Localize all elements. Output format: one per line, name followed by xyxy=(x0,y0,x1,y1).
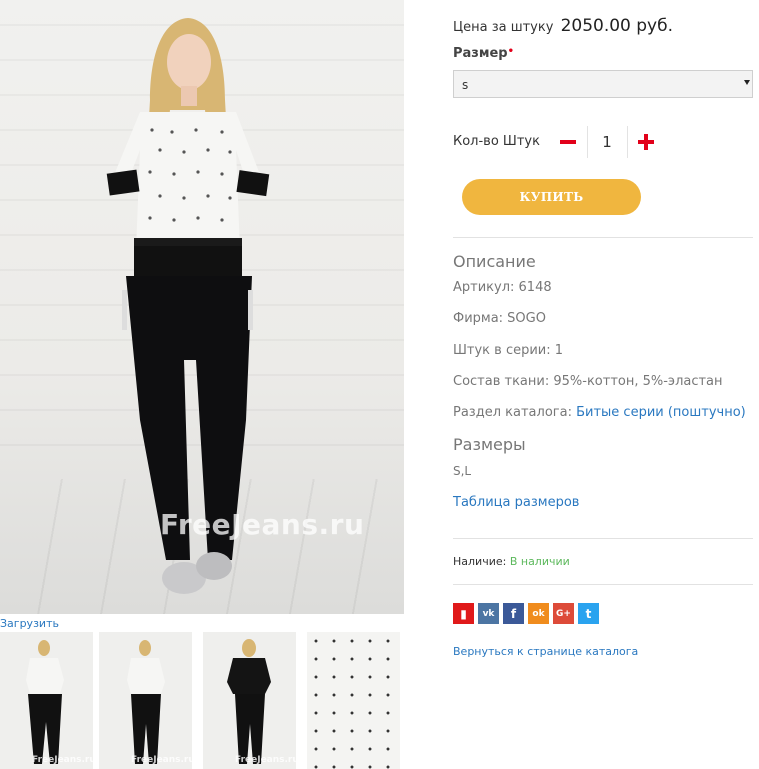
google-plus-icon[interactable]: G+ xyxy=(553,603,574,624)
size-select-value: s xyxy=(462,78,469,92)
size-table-link-text[interactable]: Таблица размеров xyxy=(453,495,579,510)
quantity-increase-button[interactable] xyxy=(634,129,658,155)
price-value: 2050.00 руб. xyxy=(560,16,674,36)
facebook-icon[interactable]: f xyxy=(503,603,524,624)
quantity-label: Кол-во Штук xyxy=(453,134,540,149)
thumbnail-watermark: FreeJeans.ru xyxy=(32,755,93,765)
catalog-line: Раздел каталога: Битые серии (поштучно) xyxy=(453,405,746,420)
quantity-divider xyxy=(627,126,628,158)
watermark-text: FreeJeans.ru xyxy=(160,508,365,541)
dropdown-arrow-icon xyxy=(744,80,750,85)
divider xyxy=(453,538,753,539)
catalog-prefix: Раздел каталога: xyxy=(453,405,572,420)
thumbnail-4-fabric[interactable] xyxy=(307,632,400,769)
quantity-value[interactable]: 1 xyxy=(588,133,626,151)
thumbnail-watermark: FreeJeans.ru xyxy=(131,755,192,765)
thumbnail-2[interactable]: FreeJeans.ru xyxy=(99,632,192,769)
size-label: Размер• xyxy=(453,46,514,61)
thumbnail-3[interactable]: FreeJeans.ru xyxy=(203,632,296,769)
vk-icon[interactable]: vk xyxy=(478,603,499,624)
required-mark: • xyxy=(507,46,515,57)
divider xyxy=(453,237,753,238)
main-product-photo[interactable]: FreeJeans.ru xyxy=(0,0,404,614)
sizes-values: S,L xyxy=(453,464,472,478)
availability-label: Наличие: xyxy=(453,555,507,568)
upload-link[interactable]: Загрузить xyxy=(0,617,59,630)
bookmark-icon[interactable]: ▮ xyxy=(453,603,474,624)
description-title: Описание xyxy=(453,252,536,271)
price-row: Цена за штуку 2050.00 руб. xyxy=(453,16,673,36)
thumbnail-1[interactable]: FreeJeans.ru xyxy=(0,632,93,769)
share-buttons: ▮ vk f ok G+ t xyxy=(453,603,599,624)
availability-row: Наличие: В наличии xyxy=(453,555,570,568)
divider xyxy=(453,584,753,585)
sizes-title: Размеры xyxy=(453,435,526,454)
size-select[interactable]: s xyxy=(453,70,753,98)
size-table-link[interactable]: Таблица размеров xyxy=(453,495,579,510)
size-label-text: Размер xyxy=(453,46,508,61)
back-to-catalog-link[interactable]: Вернуться к странице каталога xyxy=(453,645,638,658)
buy-button[interactable]: КУПИТЬ xyxy=(462,179,641,215)
catalog-link[interactable]: Битые серии (поштучно) xyxy=(576,405,746,420)
brand-line: Фирма: SOGO xyxy=(453,311,546,326)
thumbnail-3-image xyxy=(203,632,296,769)
fabric-line: Состав ткани: 95%-коттон, 5%-эластан xyxy=(453,374,723,389)
series-count-line: Штук в серии: 1 xyxy=(453,343,564,358)
price-label: Цена за штуку xyxy=(453,20,554,35)
quantity-decrease-button[interactable] xyxy=(556,127,580,157)
thumbnail-watermark: FreeJeans.ru xyxy=(235,755,296,765)
odnoklassniki-icon[interactable]: ok xyxy=(528,603,549,624)
availability-value: В наличии xyxy=(509,555,570,568)
thumbnail-1-image xyxy=(0,632,93,769)
thumbnail-2-image xyxy=(99,632,192,769)
minus-icon xyxy=(560,140,576,144)
twitter-icon[interactable]: t xyxy=(578,603,599,624)
plus-icon-vertical xyxy=(644,134,648,150)
article-line: Артикул: 6148 xyxy=(453,280,552,295)
